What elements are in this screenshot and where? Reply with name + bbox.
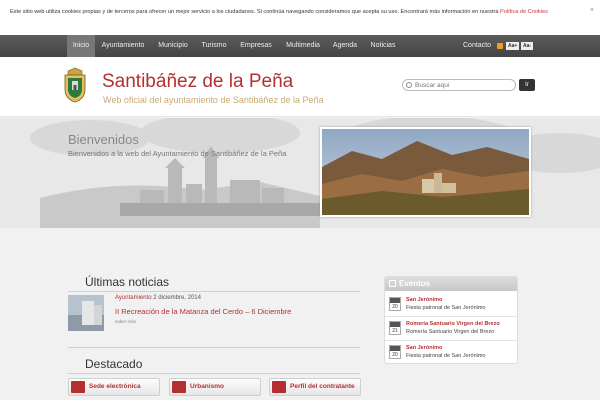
nav-item-inicio[interactable]: Inicio — [67, 35, 95, 57]
search-icon — [406, 82, 412, 88]
news-meta: Ayuntamiento 2 diciembre, 2014 — [115, 295, 201, 301]
news-date: 2 diciembre, 2014 — [153, 295, 201, 301]
event-name[interactable]: San Jerónimo — [406, 345, 442, 351]
calendar-icon — [389, 280, 396, 287]
news-headline-link[interactable]: II Recreación de la Matanza del Cerdo – … — [115, 307, 291, 316]
welcome-title: Bienvenidos — [68, 132, 139, 147]
site-subtitle: Web oficial del ayuntamiento de Santibáñ… — [103, 95, 324, 105]
nav-item-multimedia[interactable]: Multimedia — [282, 35, 324, 57]
news-category[interactable]: Ayuntamiento — [115, 295, 152, 301]
event-date-badge: 20 — [389, 345, 401, 359]
event-description: Fiesta patronal de San Jerónimo — [406, 305, 486, 311]
landscape-photo — [320, 127, 531, 217]
featured-section-title: Destacado — [85, 357, 143, 371]
urbanismo-button[interactable]: Urbanismo — [169, 378, 261, 396]
events-widget: Eventos 20 San Jerónimo Fiesta patronal … — [384, 276, 518, 364]
sede-electronica-button[interactable]: Sede electrónica — [68, 378, 160, 396]
site-title[interactable]: Santibáñez de la Peña — [102, 71, 293, 93]
font-decrease-button[interactable]: Aa- — [521, 42, 534, 50]
event-description: Romería Santuario Virgen del Brezo — [406, 329, 495, 335]
event-item[interactable]: 21 Romería Santuario Virgen del Brezo Ro… — [385, 317, 517, 341]
cookie-text: Este sitio web utiliza cookies propias y… — [10, 9, 501, 15]
cookie-policy-link[interactable]: Política de Cookies — [500, 9, 548, 15]
event-name[interactable]: San Jerónimo — [406, 297, 442, 303]
font-increase-button[interactable]: Aa+ — [506, 42, 520, 50]
news-divider — [68, 291, 360, 292]
nav-item-turismo[interactable]: Turismo — [198, 35, 230, 57]
event-description: Fiesta patronal de San Jerónimo — [406, 353, 486, 359]
cookie-banner: Este sitio web utiliza cookies propias y… — [0, 0, 600, 35]
monitor-icon — [71, 381, 85, 393]
main-nav: Inicio Ayuntamiento Municipio Turismo Em… — [0, 35, 600, 57]
events-title: Eventos — [399, 279, 431, 288]
nav-item-empresas[interactable]: Empresas — [237, 35, 275, 57]
nav-item-agenda[interactable]: Agenda — [330, 35, 360, 57]
nav-item-municipio[interactable]: Municipio — [153, 35, 193, 57]
coat-of-arms-logo[interactable] — [62, 67, 88, 103]
search-button[interactable]: Ir — [519, 79, 535, 91]
search-input[interactable] — [402, 79, 516, 91]
house-icon — [172, 381, 186, 393]
close-icon[interactable]: × — [590, 7, 594, 15]
event-item[interactable]: 20 San Jerónimo Fiesta patronal de San J… — [385, 341, 517, 363]
event-date-badge: 20 — [389, 297, 401, 311]
event-date-badge: 21 — [389, 321, 401, 335]
featured-divider — [68, 373, 360, 374]
nav-item-ayuntamiento[interactable]: Ayuntamiento — [97, 35, 149, 57]
person-icon — [272, 381, 286, 393]
event-item[interactable]: 20 San Jerónimo Fiesta patronal de San J… — [385, 293, 517, 317]
welcome-banner: Bienvenidos Bienvenidos a la web del Ayu… — [0, 118, 600, 228]
site-header: Santibáñez de la Peña Web oficial del ay… — [0, 57, 600, 117]
event-name[interactable]: Romería Santuario Virgen del Brezo — [406, 321, 500, 327]
rss-icon[interactable] — [497, 43, 503, 49]
nav-contact-link[interactable]: Contacto — [463, 35, 491, 57]
news-bottom-divider — [68, 347, 360, 348]
welcome-text: Bienvenidos a la web del Ayuntamiento de… — [68, 149, 287, 158]
perfil-contratante-button[interactable]: Perfil del contratante — [269, 378, 361, 396]
news-read-more-link[interactable]: saber más — [115, 319, 136, 324]
news-section-title: Últimas noticias — [85, 275, 170, 289]
news-thumbnail[interactable] — [68, 295, 104, 331]
nav-item-noticias[interactable]: Noticias — [366, 35, 400, 57]
events-header: Eventos — [385, 277, 517, 291]
